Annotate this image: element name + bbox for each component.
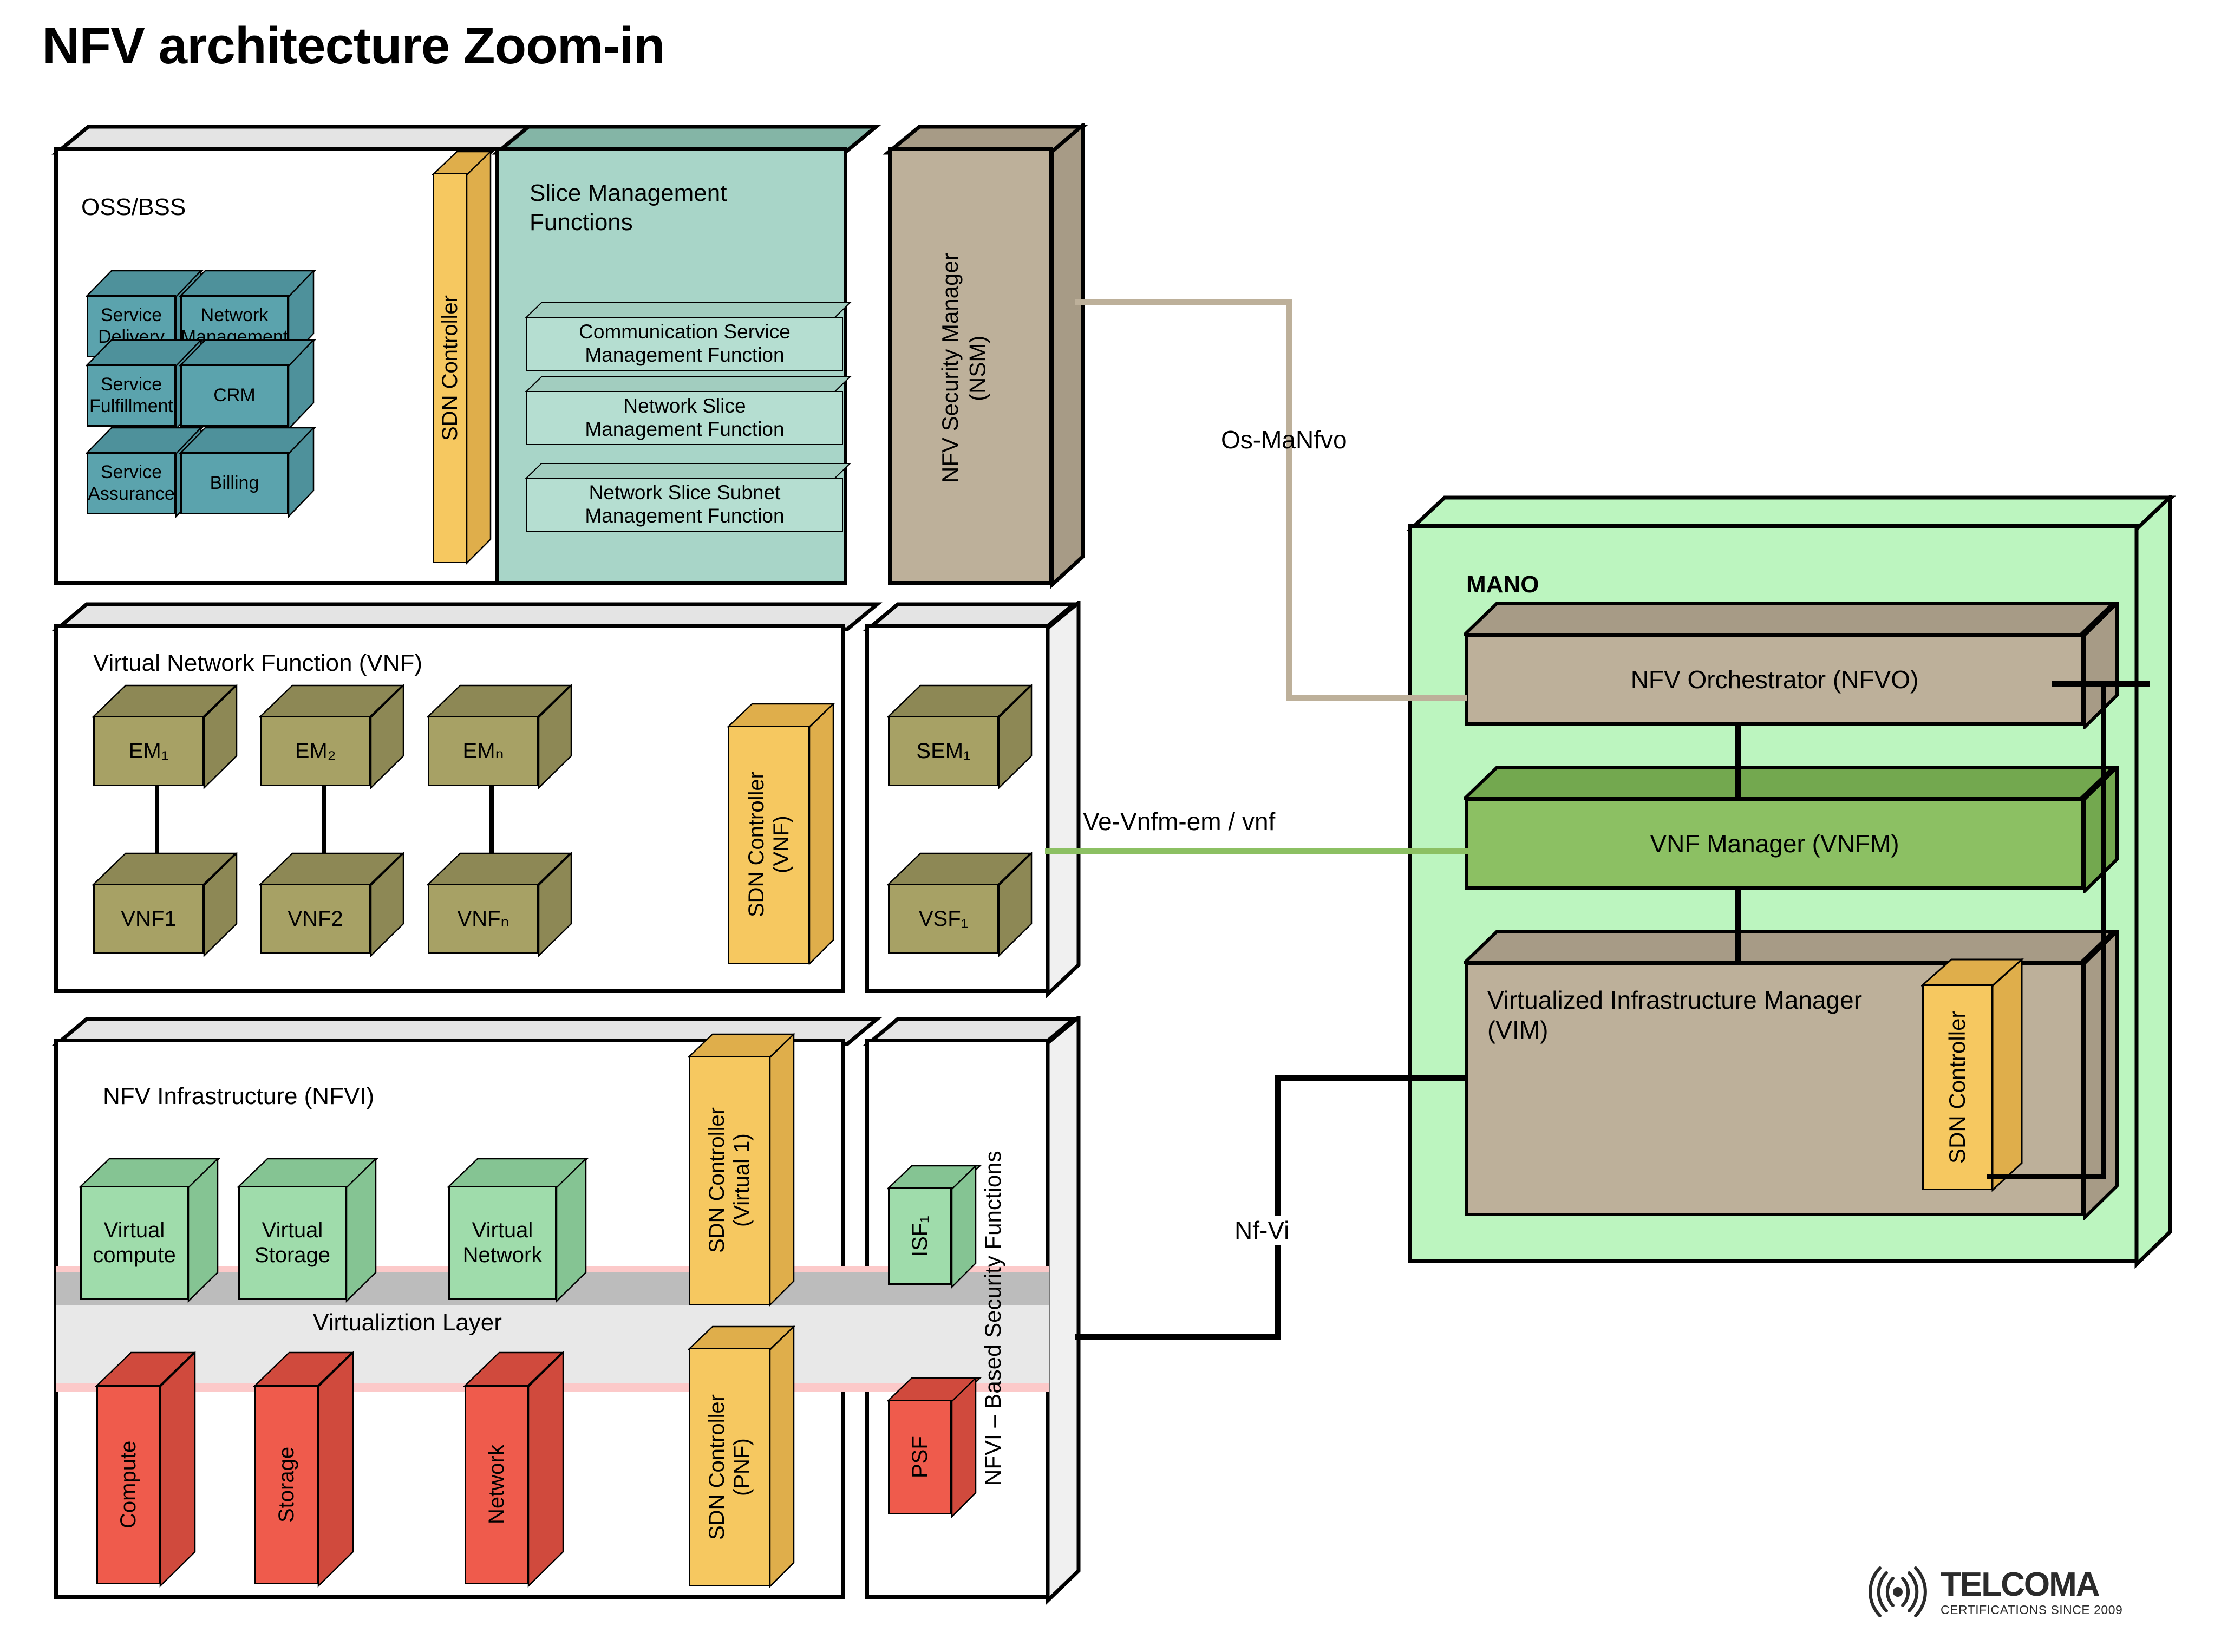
- box-label: Billing: [180, 452, 289, 514]
- ossbss-box-billing[interactable]: Billing: [179, 427, 316, 518]
- box-label: VNF Manager (VNFM): [1465, 798, 2085, 890]
- box-label: Service Assurance: [87, 452, 176, 514]
- mano-label: MANO: [1466, 571, 1539, 598]
- box-label: Service Fulfillment: [87, 364, 176, 427]
- nfvi-sdn-controller-virtual[interactable]: SDN Controller (Virtual 1): [688, 1033, 796, 1307]
- nfvi-security-column-label: NFVI – Based Security Functions: [980, 1151, 1005, 1486]
- connector-nf-vi-horiz-top: [1275, 1075, 1467, 1081]
- telcoma-logo: TELCOMA CERTIFICATIONS SINCE 2009: [1863, 1562, 2122, 1622]
- box-label: EMₙ: [428, 716, 539, 786]
- connector-os-ma-nfvo-vert: [1286, 299, 1292, 700]
- box-label: SDN Controller (PNF): [689, 1348, 770, 1586]
- box-label: CRM: [180, 364, 289, 427]
- box-label: PSF: [888, 1400, 952, 1514]
- mano-sdn-controller[interactable]: SDN Controller: [1921, 958, 2024, 1192]
- vnf-sdn-controller[interactable]: SDN Controller (VNF): [727, 703, 835, 966]
- vnf-em-n[interactable]: EMₙ: [427, 684, 572, 789]
- connector-os-ma-nfvo-horiz-top: [1075, 299, 1291, 305]
- box-label: Compute: [96, 1385, 160, 1584]
- ossbss-box-service-assurance[interactable]: Service Assurance: [86, 427, 204, 518]
- vnf-em-2[interactable]: EM₂: [259, 684, 404, 789]
- box-label: Storage: [254, 1385, 318, 1584]
- telcoma-name: TELCOMA: [1941, 1565, 2100, 1603]
- connector-nfvo-to-sdn-horiz-bottom: [1987, 1174, 2106, 1179]
- nsm-label: NFV Security Manager (NSM): [937, 253, 990, 484]
- nfvi-sdn-controller-pnf[interactable]: SDN Controller (PNF): [688, 1325, 796, 1589]
- nsm-right-face: [1050, 123, 1085, 589]
- box-label: Virtual Network: [448, 1186, 557, 1300]
- mano-vnfm[interactable]: VNF Manager (VNFM): [1464, 766, 2119, 893]
- box-label: SDN Controller (Virtual 1): [689, 1056, 770, 1305]
- mano-right-face: [2134, 495, 2172, 1269]
- box-label: VNF2: [260, 884, 371, 954]
- box-label: Network Slice Subnet Management Function: [526, 478, 843, 532]
- connector-ve-vnfm: [1045, 848, 1473, 854]
- vnf-vnf-1[interactable]: VNF1: [92, 852, 238, 957]
- vnf-vnf-2[interactable]: VNF2: [259, 852, 404, 957]
- nfvi-title: NFV Infrastructure (NFVI): [103, 1083, 375, 1109]
- box-label: Network Slice Management Function: [526, 391, 843, 445]
- vnf-vsf-1[interactable]: VSF₁: [887, 852, 1033, 957]
- slice-func-communication[interactable]: Communication Service Management Function: [525, 302, 852, 371]
- slice-management-title: Slice Management Functions: [530, 180, 727, 236]
- box-label: SEM₁: [888, 716, 999, 786]
- vnf-title: Virtual Network Function (VNF): [93, 650, 423, 676]
- box-label: VNF1: [93, 884, 204, 954]
- box-label: Communication Service Management Function: [526, 317, 843, 371]
- nfvi-physical-compute[interactable]: Compute: [95, 1351, 196, 1588]
- wifi-signal-icon: [1869, 1566, 1927, 1617]
- connector-nf-vi-vert: [1275, 1075, 1281, 1340]
- vnf-em-1[interactable]: EM₁: [92, 684, 238, 789]
- box-label: EM₂: [260, 716, 371, 786]
- interface-label-nf-vi: Nf-Vi: [1229, 1216, 1295, 1245]
- nfvi-virtual-network[interactable]: Virtual Network: [447, 1158, 589, 1303]
- page-title: NFV architecture Zoom-in: [42, 17, 665, 75]
- interface-label-os-ma-nfvo: Os-MaNfvo: [1221, 426, 1347, 454]
- ossbss-box-crm[interactable]: CRM: [179, 339, 316, 430]
- ossbss-box-service-fulfillment[interactable]: Service Fulfillment: [86, 339, 204, 430]
- slice-func-network-slice[interactable]: Network Slice Management Function: [525, 376, 852, 445]
- nfvi-physical-network[interactable]: Network: [463, 1351, 564, 1588]
- box-label: ISF₁: [888, 1187, 952, 1285]
- diagram-canvas: NFV architecture Zoom-in OSS/BSS Service…: [0, 0, 2221, 1652]
- box-label: EM₁: [93, 716, 204, 786]
- connector-nfvo-to-sdn-vert: [2101, 681, 2106, 1179]
- box-label: SDN Controller (VNF): [728, 726, 809, 964]
- vnf-sem-1[interactable]: SEM₁: [887, 684, 1033, 789]
- nfvi-psf[interactable]: PSF: [887, 1377, 982, 1519]
- connector-os-ma-nfvo-horiz-bottom: [1286, 695, 1467, 701]
- virtualization-layer-label: Virtualiztion Layer: [313, 1309, 502, 1336]
- box-label: Network: [465, 1385, 528, 1584]
- box-label: Virtual compute: [80, 1186, 188, 1300]
- box-label: SDN Controller: [433, 173, 467, 563]
- connector-vnfm-vim: [1735, 889, 1741, 964]
- ossbss-sdn-controller[interactable]: SDN Controller: [432, 151, 495, 565]
- box-label: SDN Controller: [1922, 984, 1993, 1190]
- nfvi-physical-storage[interactable]: Storage: [253, 1351, 354, 1588]
- connector-nf-vi-horiz-bottom: [1075, 1334, 1281, 1340]
- nfvi-virtual-compute[interactable]: Virtual compute: [79, 1158, 221, 1303]
- box-label: NFV Orchestrator (NFVO): [1465, 634, 2085, 726]
- box-label: VSF₁: [888, 884, 999, 954]
- nfvi-sec-right-face: [1046, 1016, 1081, 1605]
- ossbss-label: OSS/BSS: [81, 194, 186, 220]
- vnf-sec-right-face: [1046, 601, 1081, 999]
- nfvi-virtual-storage[interactable]: Virtual Storage: [237, 1158, 379, 1303]
- vnf-vnf-n[interactable]: VNFₙ: [427, 852, 572, 957]
- mano-nfvo[interactable]: NFV Orchestrator (NFVO): [1464, 602, 2119, 729]
- box-label: VNFₙ: [428, 884, 539, 954]
- telcoma-tagline: CERTIFICATIONS SINCE 2009: [1941, 1602, 2123, 1617]
- slice-func-network-slice-subnet[interactable]: Network Slice Subnet Management Function: [525, 463, 852, 532]
- box-label: Virtual Storage: [238, 1186, 347, 1300]
- nfvi-isf-1[interactable]: ISF₁: [887, 1165, 982, 1289]
- interface-label-ve-vnfm: Ve-Vnfm-em / vnf: [1083, 807, 1276, 835]
- connector-nfvo-vnfm: [1735, 724, 1741, 800]
